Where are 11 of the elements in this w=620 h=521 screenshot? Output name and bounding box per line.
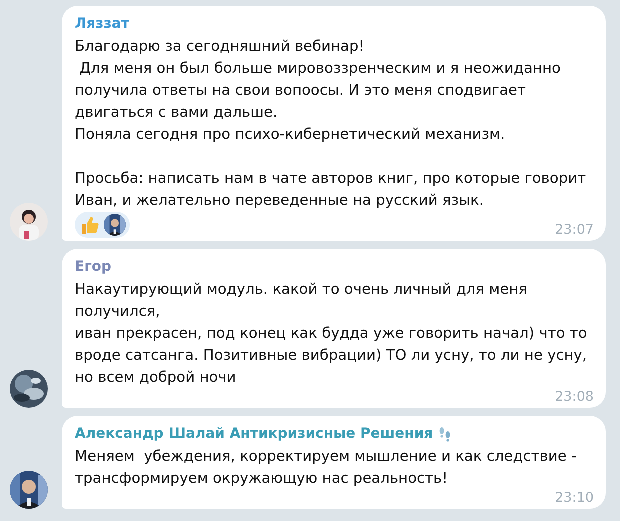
sender-name[interactable]: Александр Шалай Антикризисные Решения <box>75 425 434 443</box>
sender-name[interactable]: Ляззат <box>75 15 130 33</box>
message-time: 23:07 <box>555 222 594 238</box>
reaction-chip[interactable] <box>75 212 130 238</box>
message-text: Благодарю за сегодняшний вебинар! Для меня он был больше мировоззренческим и я неожиданно получила ответы на свои вопоосы. И это меня сподвигает двигаться с вами дальше. Поняла сегодня про психо-кибернетический механизм. Просьба: написать нам в чате авторов книг, про которые говорит Иван, и желательно переведенные на русский язык. <box>75 37 588 211</box>
thumbs-up-icon <box>79 214 101 236</box>
sender-name[interactable]: Егор <box>75 258 112 276</box>
message-text: Меняем убеждения, корректируем мышление и как следствие - трансформируем окружающую нас реальность! <box>75 447 578 489</box>
message-text: Накаутирующий модуль. какой то очень личный для меня получился, иван прекрасен, под конец как будда уже говорить начал) что то вроде сатсанга. Позитивные вибрации) ТО ли усну, то ли не усну, но всем доброй ночи <box>75 280 588 388</box>
message-time: 23:10 <box>555 490 594 506</box>
message-time: 23:08 <box>555 389 594 405</box>
